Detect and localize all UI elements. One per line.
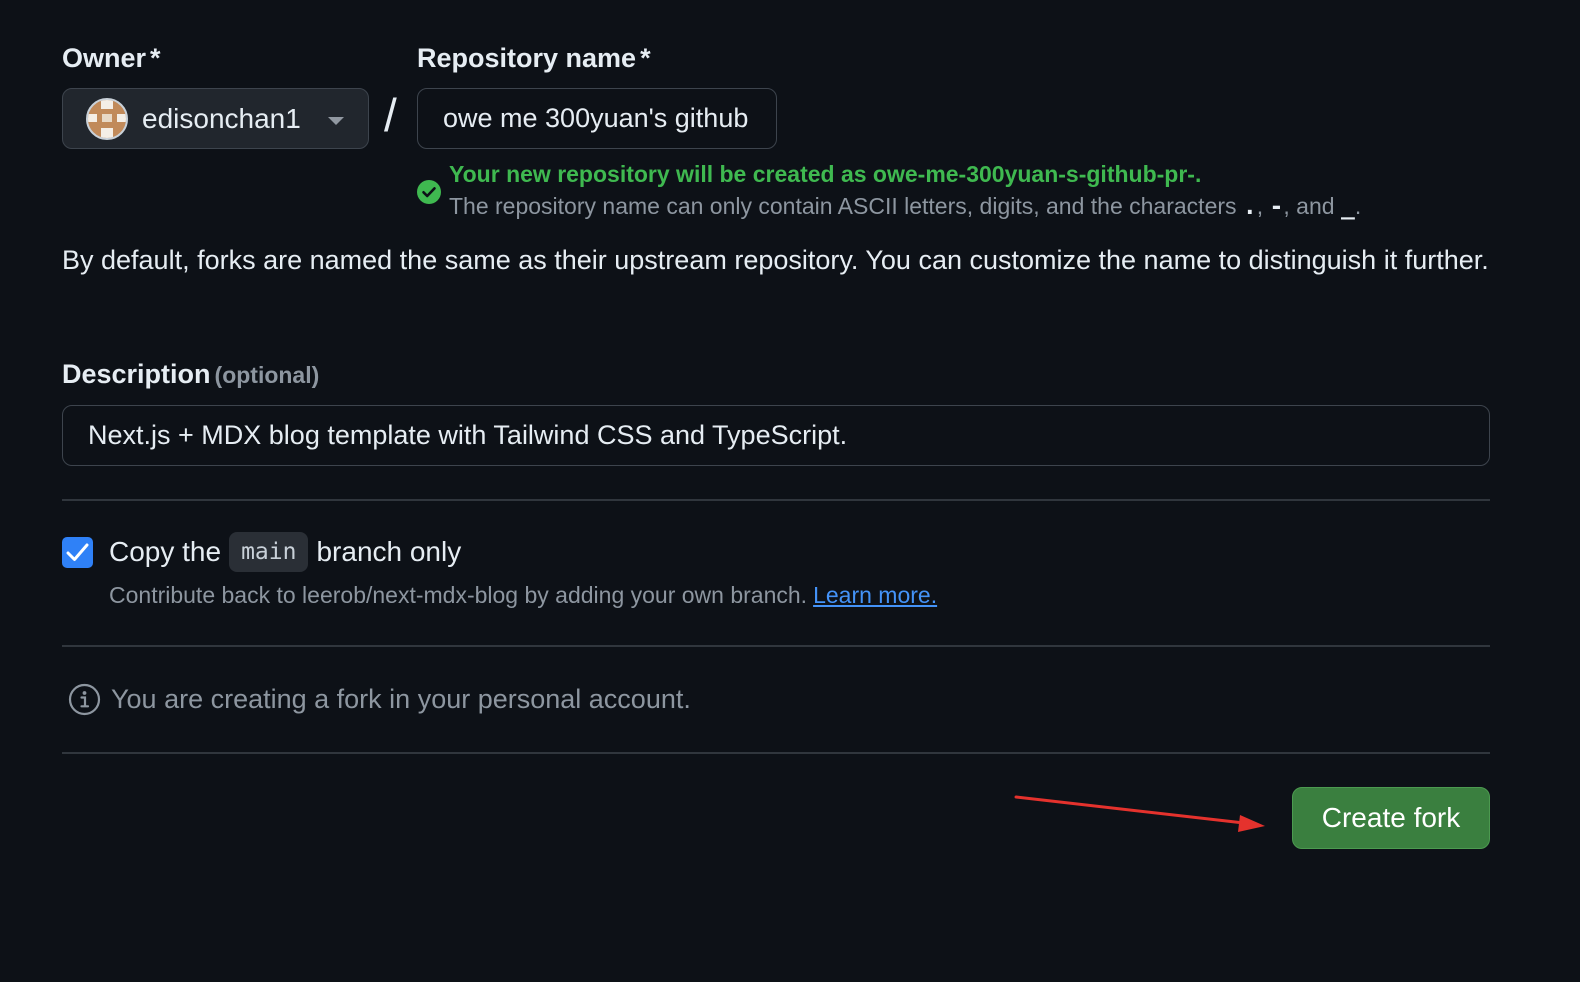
divider xyxy=(62,752,1490,754)
owner-label-text: Owner xyxy=(62,43,147,73)
validation-hint-sep1: , xyxy=(1256,193,1270,219)
contribute-text: Contribute back to leerob/next-mdx-blog … xyxy=(109,582,808,608)
checkmark-icon xyxy=(66,543,89,561)
check-circle-fill-icon xyxy=(417,180,441,204)
owner-repo-separator: / xyxy=(384,89,397,141)
divider xyxy=(62,499,1490,501)
create-fork-button[interactable]: Create fork xyxy=(1292,787,1490,849)
personal-account-notice-text: You are creating a fork in your personal… xyxy=(111,684,691,714)
copy-label-before: Copy the xyxy=(109,536,222,567)
info-icon xyxy=(68,683,101,716)
divider xyxy=(62,645,1490,647)
personal-account-notice: You are creating a fork in your personal… xyxy=(68,683,691,716)
validation-hint-dot: . xyxy=(1242,194,1257,220)
repository-name-input[interactable] xyxy=(417,88,777,149)
triangle-down-icon xyxy=(328,117,344,125)
repository-name-label: Repository name * xyxy=(417,43,651,74)
learn-more-link[interactable]: Learn more. xyxy=(813,582,937,608)
branch-name-code: main xyxy=(229,532,309,572)
annotation-arrow xyxy=(1014,795,1265,832)
validation-hint-end: . xyxy=(1354,193,1362,219)
owner-label: Owner * xyxy=(62,43,161,74)
owner-required-marker: * xyxy=(150,43,161,73)
contribute-hint: Contribute back to leerob/next-mdx-blog … xyxy=(109,582,937,609)
validation-hint-sep2: , and xyxy=(1283,193,1341,219)
validation-hint-underscore: _ xyxy=(1340,194,1355,220)
owner-name: edisonchan1 xyxy=(142,102,301,134)
repository-required-marker: * xyxy=(640,43,651,73)
copy-label-after: branch only xyxy=(316,536,462,567)
description-optional-label: (optional) xyxy=(214,362,320,388)
validation-hint-dash: - xyxy=(1269,194,1284,220)
copy-main-branch-label[interactable]: Copy the main branch only xyxy=(109,532,461,572)
copy-main-branch-checkbox[interactable] xyxy=(62,537,93,568)
validation-hint-prefix: The repository name can only contain ASC… xyxy=(449,193,1243,219)
validation-message: Your new repository will be created as o… xyxy=(449,161,1202,187)
description-label-text: Description xyxy=(62,359,211,389)
description-input[interactable] xyxy=(62,405,1490,466)
description-label: Description (optional) xyxy=(62,359,319,390)
repository-name-label-text: Repository name xyxy=(417,43,637,73)
fork-form: Owner* edisonchan1 / Repository name* Yo… xyxy=(0,0,1580,982)
owner-select[interactable]: edisonchan1 xyxy=(62,88,369,149)
validation-hint: The repository name can only contain ASC… xyxy=(449,193,1361,220)
identicon-avatar xyxy=(86,97,128,140)
fork-naming-help: By default, forks are named the same as … xyxy=(62,245,1489,275)
